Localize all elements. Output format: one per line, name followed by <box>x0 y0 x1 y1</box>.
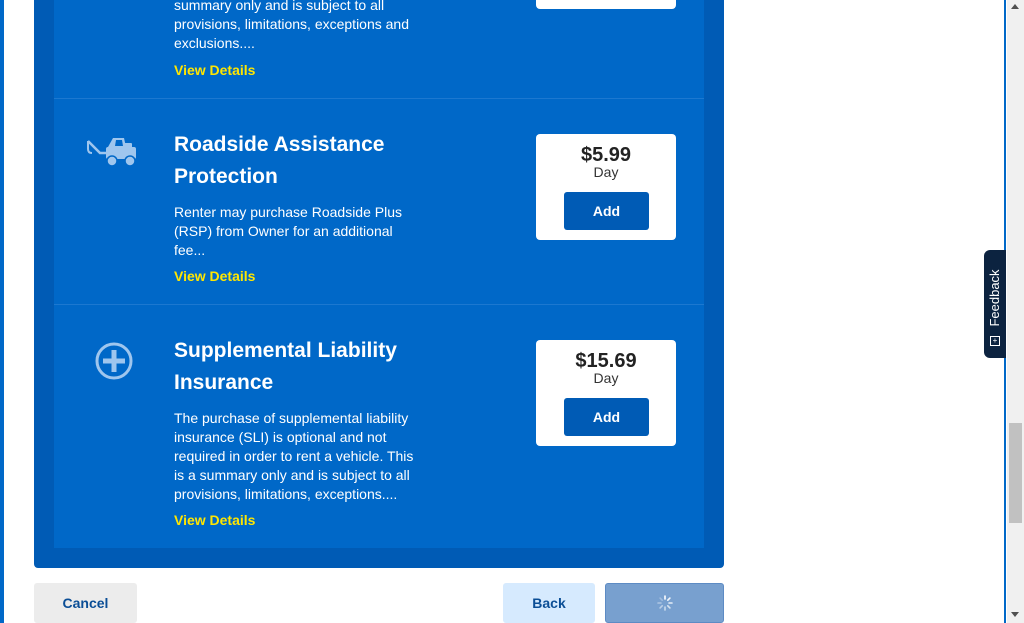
cancel-button[interactable]: Cancel <box>34 583 137 623</box>
product-description: summary only and is subject to all provi… <box>174 0 410 51</box>
add-sli-button[interactable]: Add <box>564 398 649 436</box>
price-card <box>536 0 676 9</box>
scrollbar-thumb[interactable] <box>1009 423 1022 523</box>
plus-circle-icon <box>94 341 134 386</box>
product-partial: summary only and is subject to all provi… <box>54 0 704 98</box>
price-card: $5.99 Day Add <box>536 134 676 240</box>
product-supplemental-liability: Supplemental Liability Insurance The pur… <box>54 304 704 549</box>
tow-truck-icon <box>86 135 138 174</box>
add-roadside-button[interactable]: Add <box>564 192 649 230</box>
product-title: Supplemental Liability Insurance <box>174 339 397 394</box>
view-details-link[interactable]: View Details <box>174 61 255 79</box>
feedback-label: Feedback <box>987 269 1002 327</box>
continue-button[interactable] <box>605 583 724 623</box>
page-left-border <box>0 0 4 623</box>
price-period: Day <box>593 164 619 180</box>
scroll-down-arrow-icon[interactable] <box>1011 612 1019 617</box>
product-title: Roadside Assistance Protection <box>174 133 385 188</box>
loading-spinner-icon <box>657 595 673 614</box>
price-period: Day <box>593 370 619 386</box>
view-details-link[interactable]: View Details <box>174 511 255 529</box>
product-description: Renter may purchase Roadside Plus (RSP) … <box>174 204 403 258</box>
feedback-tab[interactable]: Feedback + <box>984 250 1006 358</box>
back-button[interactable]: Back <box>503 583 595 623</box>
scroll-up-arrow-icon[interactable] <box>1011 4 1019 9</box>
view-details-link[interactable]: View Details <box>174 267 255 285</box>
product-roadside-assistance: Roadside Assistance Protection Renter ma… <box>54 98 704 305</box>
expand-icon: + <box>990 336 1000 346</box>
products-list: summary only and is subject to all provi… <box>54 0 704 548</box>
vertical-scrollbar[interactable] <box>1007 0 1024 623</box>
protection-products-panel: summary only and is subject to all provi… <box>34 0 724 568</box>
product-description: The purchase of supplemental liability i… <box>174 410 414 502</box>
price-card: $15.69 Day Add <box>536 340 676 446</box>
